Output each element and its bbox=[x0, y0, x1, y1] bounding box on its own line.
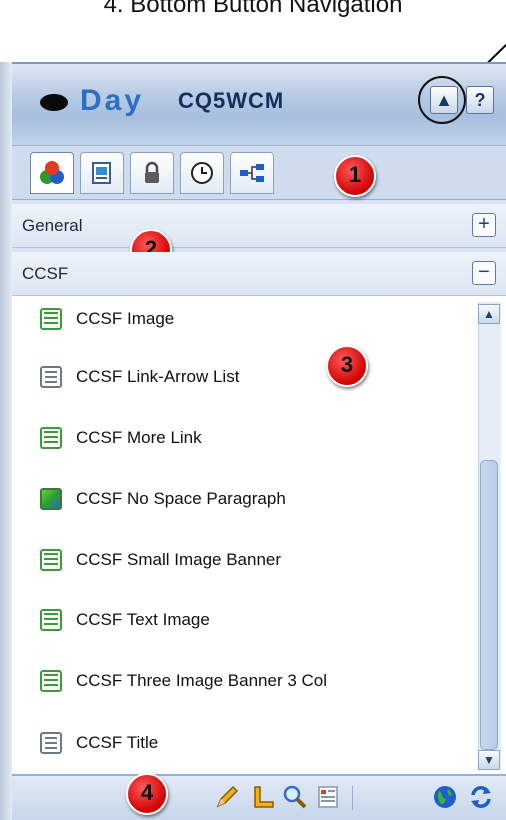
list-item-label: CCSF More Link bbox=[76, 428, 202, 447]
component-text-icon bbox=[40, 366, 62, 388]
edit-icon bbox=[216, 785, 239, 808]
scroll-up-button[interactable]: ▲ bbox=[478, 304, 500, 324]
preview-mode-button[interactable] bbox=[280, 782, 310, 812]
component-grid-icon bbox=[40, 427, 62, 449]
component-text-icon bbox=[40, 732, 62, 754]
list-item[interactable]: CCSF Small Image Banner bbox=[40, 545, 281, 575]
workflow-icon bbox=[240, 164, 264, 182]
components-icon bbox=[40, 161, 64, 184]
logo-cq5wcm: CQ5WCM bbox=[178, 88, 285, 113]
list-item-label: CCSF Three Image Banner 3 Col bbox=[76, 671, 328, 690]
group-ccsf[interactable]: CCSF − bbox=[12, 252, 506, 296]
list-item[interactable]: CCSF More Link bbox=[40, 423, 202, 453]
tab-information[interactable] bbox=[130, 152, 174, 194]
list-item[interactable]: CCSF Text Image bbox=[40, 605, 210, 635]
refresh-icon bbox=[471, 786, 491, 808]
day-logo-icon bbox=[40, 94, 68, 111]
preview-icon bbox=[283, 785, 307, 809]
list-item[interactable]: CCSF No Space Paragraph bbox=[40, 484, 286, 514]
scaffolding-icon bbox=[318, 786, 338, 808]
design-mode-button[interactable] bbox=[248, 782, 278, 812]
lock-icon bbox=[145, 161, 159, 183]
toolbar-separator bbox=[352, 786, 353, 810]
design-icon bbox=[254, 786, 274, 808]
globe-icon bbox=[434, 786, 456, 808]
list-item[interactable]: CCSF Link-Arrow List bbox=[40, 362, 239, 392]
tab-versioning[interactable] bbox=[180, 152, 224, 194]
page-icon bbox=[92, 162, 111, 184]
panel-edge bbox=[0, 62, 12, 820]
tab-workflow[interactable] bbox=[230, 152, 274, 194]
component-grid-icon bbox=[40, 609, 62, 631]
component-list: CCSF Image CCSF Link-Arrow List CCSF Mor… bbox=[12, 296, 506, 775]
tab-components[interactable] bbox=[30, 152, 74, 194]
scroll-down-button[interactable]: ▼ bbox=[478, 750, 500, 770]
list-item[interactable]: CCSF Three Image Banner 3 Col bbox=[40, 666, 327, 696]
callout-badge-3: 3 bbox=[326, 345, 368, 387]
list-item-label: CCSF Image bbox=[76, 309, 175, 328]
list-item-label: CCSF Text Image bbox=[76, 610, 210, 629]
annotation-circle bbox=[418, 76, 466, 124]
clock-icon bbox=[191, 162, 213, 184]
website-button[interactable] bbox=[430, 782, 460, 812]
scaffolding-mode-button[interactable] bbox=[313, 782, 343, 812]
scroll-thumb[interactable] bbox=[480, 460, 498, 750]
list-item-label: CCSF Link-Arrow List bbox=[76, 367, 240, 386]
tab-page[interactable] bbox=[80, 152, 124, 194]
refresh-button[interactable] bbox=[466, 782, 496, 812]
logo-day: Day bbox=[80, 84, 145, 117]
edit-mode-button[interactable] bbox=[212, 782, 242, 812]
list-item-label: CCSF Small Image Banner bbox=[76, 550, 282, 569]
list-item[interactable]: CCSF Image bbox=[40, 304, 174, 334]
list-item-label: CCSF Title bbox=[76, 733, 159, 752]
expand-button[interactable]: + bbox=[472, 213, 496, 237]
help-button[interactable]: ? bbox=[466, 86, 494, 114]
group-general-label: General bbox=[22, 216, 83, 235]
list-item-label: CCSF No Space Paragraph bbox=[76, 489, 286, 508]
collapse-group-button[interactable]: − bbox=[472, 261, 496, 285]
callout-badge-1: 1 bbox=[334, 155, 376, 197]
list-item[interactable]: CCSF Title bbox=[40, 728, 158, 758]
callout-badge-4: 4 bbox=[126, 773, 168, 815]
component-image-icon bbox=[40, 488, 62, 510]
component-grid-icon bbox=[40, 308, 62, 330]
group-general[interactable]: General + bbox=[12, 204, 506, 248]
group-ccsf-label: CCSF bbox=[22, 264, 69, 283]
component-grid-icon bbox=[40, 549, 62, 571]
component-grid-icon bbox=[40, 670, 62, 692]
